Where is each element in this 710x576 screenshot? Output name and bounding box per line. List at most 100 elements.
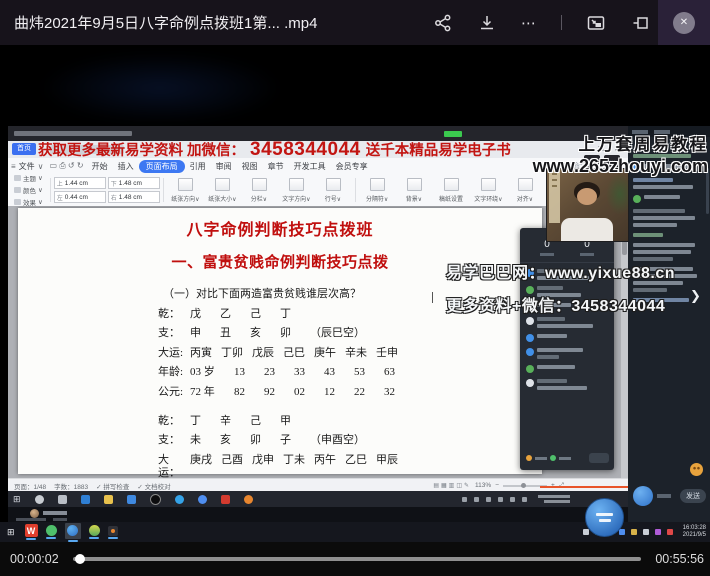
- bazi1-year-row: 公元: 72 年 82 92 02 12 22 32: [158, 385, 395, 398]
- plant-decor: [606, 173, 628, 215]
- expand-icon: ⛶: [669, 139, 674, 146]
- ribbon-btn-wrap: 文字环绕∨: [470, 177, 507, 203]
- presenter-shirt: [561, 218, 613, 241]
- status-words: 字数：1883: [54, 483, 89, 491]
- start-icon: ⊞: [13, 493, 21, 504]
- ribbon-margin-group: 上 1.44 cm 下 1.48 cm 左 0.44 cm 右 1.48 cm: [53, 177, 160, 203]
- progress-bar[interactable]: [72, 554, 642, 564]
- refresh-icon: ↻: [678, 140, 685, 147]
- wps-tab-member: 会员专享: [335, 161, 368, 171]
- recording-indicator: [444, 131, 462, 137]
- wps-statusbar: 页面：1/48 字数：1883 ✓ 拼写检查 ✓ 文档校对 ▤▦▥◫✎ 113%…: [8, 478, 628, 492]
- wps-taskbar-icon: W: [24, 524, 38, 537]
- view-mode-icons: ▤▦▥◫✎: [433, 483, 472, 489]
- ribbon-btn-size: 纸张大小∨: [204, 177, 241, 203]
- dropdown-icon: ∨: [37, 161, 44, 171]
- emoji-icon: [690, 463, 703, 476]
- presenter-webcam: [546, 168, 629, 242]
- document-page: 八字命例判断技巧点拨班 一、富贵贫贱命例判断技巧点拨 （一）对比下面两造富贵贫贱…: [18, 208, 542, 478]
- wps-ribbon: 主题 ∨ 颜色 ∨ 效果 ∨ 上 1.44 cm 下 1.48 cm 左 0.44 cm 右…: [8, 174, 628, 207]
- live-app-bubble: [585, 498, 624, 537]
- doc-title: 八字命例判断技巧点拨班: [186, 222, 374, 239]
- picture-in-picture-icon[interactable]: [586, 13, 606, 33]
- download-icon[interactable]: [477, 13, 497, 33]
- ribbon-btn-orientation: 纸张方向∨: [167, 177, 204, 203]
- inner-windows-taskbar: ⊞: [8, 491, 628, 507]
- presenter-name-bar: [43, 511, 67, 515]
- wps-title-row: 首页 — ☐ ✕: [8, 141, 628, 158]
- system-clock: 16:03:28 2021/9/5: [682, 525, 706, 538]
- presenter-avatar: [30, 509, 39, 518]
- send-button: 发送: [680, 489, 706, 503]
- ribbon-btn-breaks: 分隔符∨: [359, 177, 396, 203]
- wps-tab-view: 视图: [241, 161, 258, 171]
- ribbon-btn-columns: 分栏∨: [241, 177, 278, 203]
- recording-title-bar: [14, 131, 132, 136]
- chat-message-list: [520, 269, 614, 390]
- text-cursor: [432, 292, 433, 303]
- inner-clock: [538, 495, 570, 503]
- presenter-strip: [8, 507, 628, 522]
- active-app-taskbar-icon: [64, 522, 81, 539]
- total-duration: 00:55:56: [655, 552, 704, 566]
- wps-tab-home: 开始: [91, 161, 108, 171]
- ribbon-btn-background: 背景∨: [396, 177, 433, 203]
- video-player-window: 曲炜2021年9月5日八字命例点拨班1第... .mp4 ⋯ ✕ 首页 — ☐ …: [0, 0, 710, 576]
- chat-panel-tabs: [628, 126, 710, 137]
- wps-window-buttons: — ☐ ✕: [580, 146, 624, 153]
- ribbon-theme-group: 主题 ∨ 颜色 ∨ 效果 ∨: [14, 173, 43, 207]
- share-icon[interactable]: [433, 13, 453, 33]
- wps-tab-section: 章节: [267, 161, 284, 171]
- bazi2-dayun-row: 大运： 庚戌 己酉 戊申 丁未 丙午 乙巳 甲辰: [158, 453, 398, 479]
- wechat-taskbar-icon: [45, 525, 57, 536]
- document-scrollbar: [621, 206, 628, 478]
- wps-tab-reference: 引用: [189, 161, 206, 171]
- letterbox-glow: [40, 53, 280, 123]
- calligraphy-scroll: [549, 169, 560, 223]
- video-stage: 首页 — ☐ ✕ ≡ 文件 ∨ ▭ ⎙ ↺ ↻ 开始 插入 页面布局 引用 审阅…: [0, 45, 710, 542]
- file-menu: 文件: [18, 161, 35, 171]
- zoom-out-icon: −: [495, 482, 499, 489]
- doc-subtitle: 一、富贵贫贱命例判断技巧点拨: [171, 255, 389, 271]
- player-titlebar: 曲炜2021年9月5日八字命例点拨班1第... .mp4 ⋯ ✕: [0, 0, 710, 45]
- green-status-dot: [550, 455, 556, 461]
- browser-taskbar-icon: [88, 525, 100, 536]
- panel-message-list: [633, 154, 703, 308]
- menu-icon: ≡: [11, 161, 16, 171]
- more-icon[interactable]: ⋯: [521, 14, 537, 32]
- bazi1-zhi-row: 支： 申丑 亥卯 （辰巳空）: [158, 327, 365, 339]
- progress-handle[interactable]: [74, 554, 85, 564]
- wps-tab-insert: 插入: [117, 161, 134, 171]
- ribbon-btn-text-direction: 文字方向∨: [278, 177, 315, 203]
- titlebar-divider: [561, 15, 562, 30]
- orange-status-dot: [526, 455, 532, 461]
- chat-input-bar: [657, 494, 671, 498]
- ribbon-btn-line-number: 行号∨: [315, 177, 352, 203]
- home-chip-icon: ⌂: [584, 155, 600, 167]
- pen-annotation-line: [540, 486, 632, 488]
- bazi1-dayun-row: 大运: 丙寅 丁卯 戊辰 己巳 庚午 辛未 壬申: [158, 346, 398, 359]
- titlebar-actions: ⋯: [433, 13, 650, 33]
- recording-titlebar: [8, 126, 628, 141]
- panel-close-icon: ✕: [701, 140, 707, 147]
- video-title: 曲炜2021年9月5日八字命例点拨班1第... .mp4: [14, 15, 318, 32]
- inner-system-tray: [462, 495, 570, 503]
- wps-doc-tab: [50, 145, 124, 154]
- doc-question: （一）对比下面两造富贵贫贱谁层次高？: [163, 288, 361, 300]
- live-chat-panel: ⛶ ↻ ⚙ ✕ 发送: [628, 126, 710, 522]
- wps-tab-dev: 开发工具: [293, 161, 326, 171]
- wps-home-chip: 首页: [12, 143, 36, 155]
- wps-menubar: ≡ 文件 ∨ ▭ ⎙ ↺ ↻ 开始 插入 页面布局 引用 审阅 视图 章节 开发…: [8, 158, 628, 174]
- zoom-level: 113%: [475, 482, 492, 489]
- player-controlbar: 00:00:02 00:55:56: [0, 542, 710, 576]
- webcam-controls: ⌂ ⋯: [584, 155, 620, 167]
- status-page: 页面：1/48: [14, 483, 47, 491]
- close-icon[interactable]: ✕: [673, 11, 695, 34]
- outer-taskbar-icons: ⊞ W: [7, 522, 118, 542]
- chat-send-pill: [589, 453, 609, 463]
- app-taskbar-icon: [107, 525, 118, 536]
- bazi2-gan-row: 乾： 丁辛 己甲: [158, 414, 291, 427]
- wps-tab-page-layout: 页面布局: [138, 159, 185, 173]
- mini-player-icon[interactable]: [630, 13, 650, 33]
- panel-scrollbar: [706, 168, 709, 214]
